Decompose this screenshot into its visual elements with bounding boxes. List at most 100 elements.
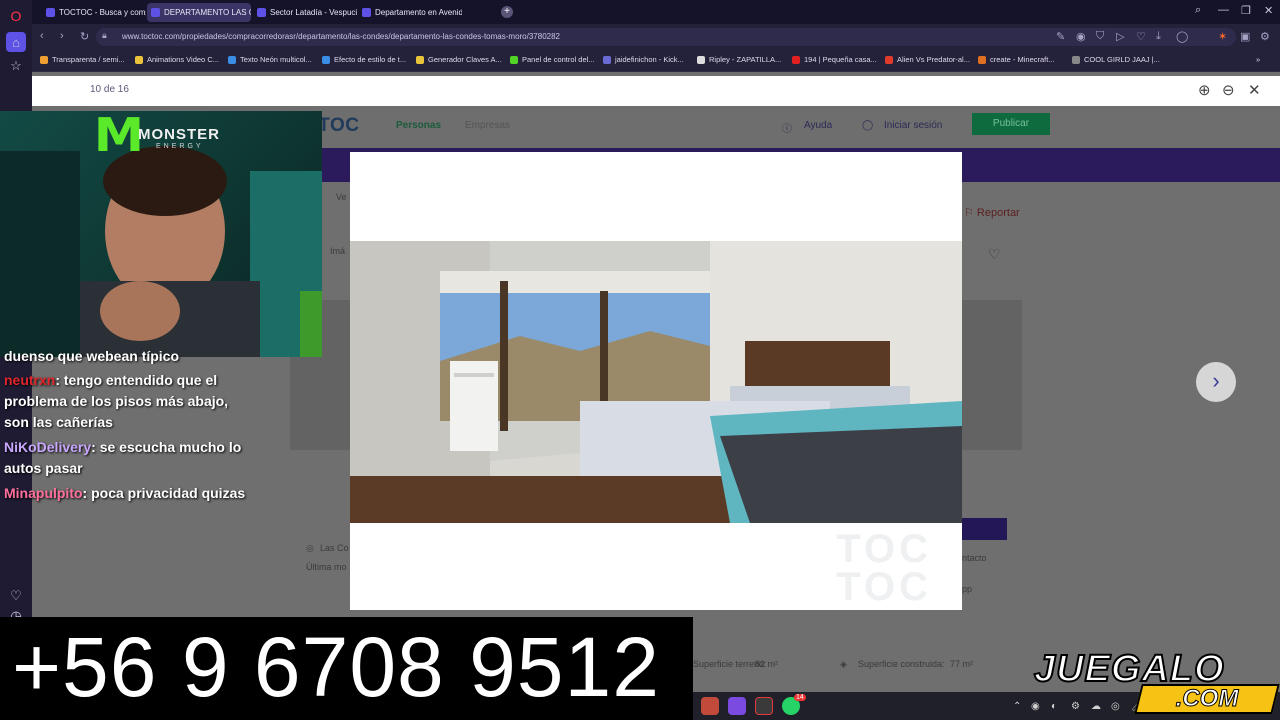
bookmark-favicon-icon (1072, 55, 1080, 64)
breadcrumb[interactable]: Ve (336, 192, 347, 202)
reload-icon[interactable]: ↻ (80, 30, 89, 43)
bookmark-item[interactable]: Texto Neón multicol... (228, 55, 312, 64)
monster-claw-icon: M (93, 108, 145, 162)
url-text: www.toctoc.com/propiedades/compracorredo… (122, 32, 560, 41)
bookmark-favicon-icon (510, 55, 518, 64)
opera-icon[interactable]: O (6, 6, 26, 26)
bookmark-favicon-icon (885, 55, 893, 64)
download-icon[interactable]: ⤓ (1156, 30, 1161, 43)
publish-button[interactable]: Publicar (972, 113, 1050, 135)
bookmark-item[interactable]: Efecto de estilo de t... (322, 55, 406, 64)
help-icon[interactable]: ⓘ (782, 120, 792, 135)
profile-icon[interactable]: ◯ (1176, 30, 1188, 43)
extension-icon[interactable]: ✶ (1218, 30, 1227, 43)
contact-button-edge[interactable] (962, 518, 1007, 540)
new-tab-button[interactable]: + (501, 6, 513, 18)
nav-empresas[interactable]: Empresas (465, 120, 510, 131)
search-tabs-icon[interactable]: ⌕ (1195, 4, 1201, 17)
report-link[interactable]: ⚐ Reportar (964, 206, 1020, 219)
bookmark-item[interactable]: jaidefinichon - Kick... (603, 55, 684, 64)
close-icon[interactable]: ✕ (1248, 81, 1261, 99)
tab-bar: TOCTOC - Busca y compr DEPARTAMENTO LAS … (32, 0, 1280, 24)
bookmark-favicon-icon (135, 55, 143, 64)
bookmark-item[interactable]: create - Minecraft... (978, 55, 1055, 64)
window-close-icon[interactable]: ✕ (1264, 4, 1273, 17)
lock-icon: 🔒︎ (102, 30, 107, 40)
play-icon[interactable]: ▷ (1116, 30, 1124, 43)
bookmark-heart-icon[interactable]: ♡ (1136, 30, 1146, 43)
bookmarks-bar: Transparenta / semi... Animations Video … (32, 50, 1280, 72)
nav-personas[interactable]: Personas (396, 120, 441, 131)
bookmark-item[interactable]: COOL GIRLD JAAJ |... (1072, 55, 1160, 64)
bookmark-favicon-icon (697, 55, 705, 64)
bookmark-favicon-icon (792, 55, 800, 64)
help-link[interactable]: Ayuda (804, 120, 832, 131)
extensions-icon[interactable]: ▣ (1240, 30, 1250, 43)
camera-icon[interactable]: ◉ (1076, 30, 1086, 43)
image-counter: 10 de 16 (90, 84, 129, 95)
shield-icon[interactable]: ⛉ (1096, 30, 1104, 43)
next-image-button[interactable]: › (1196, 362, 1236, 402)
images-label: Imá (330, 246, 346, 256)
star-icon[interactable]: ☆ (6, 56, 26, 76)
edit-icon[interactable]: ✎ (1056, 30, 1065, 43)
app-label[interactable]: pp (962, 584, 972, 594)
bookmark-favicon-icon (603, 55, 611, 64)
chat-message: duenso que webean típico (4, 348, 180, 364)
tab-departamento[interactable]: DEPARTAMENTO LAS CO (147, 3, 251, 22)
tab-label: DEPARTAMENTO LAS CO (164, 8, 251, 17)
toctoc-watermark: TOC TOC (836, 527, 932, 609)
home-icon[interactable]: ⌂ (6, 32, 26, 52)
built-area-value: 77 m² (950, 659, 974, 669)
sponsor-logo: M MONSTER ENERGY (93, 108, 220, 162)
forward-icon[interactable]: › (60, 30, 64, 42)
bookmark-item[interactable]: Generador Claves A... (416, 55, 502, 64)
bookmark-item[interactable]: 194 | Pequeña casa... (792, 55, 877, 64)
notification-badge: 14 (794, 694, 806, 701)
chat-message: neutrxn: tengo entendido que el problema… (4, 372, 229, 430)
minimize-icon[interactable]: — (1218, 4, 1229, 16)
toctoc-favicon-icon (46, 8, 55, 17)
toctoc-favicon-icon (151, 8, 160, 17)
tab-label: TOCTOC - Busca y compr (59, 8, 146, 17)
thumbnail-right[interactable] (962, 300, 1022, 450)
app-icon[interactable] (701, 697, 719, 715)
toctoc-favicon-icon (362, 8, 371, 17)
contact-label[interactable]: ntacto (962, 553, 987, 563)
bookmark-item[interactable]: Animations Video C... (135, 55, 219, 64)
bookmark-item[interactable]: Alien Vs Predator-al... (885, 55, 970, 64)
chevron-right-icon: › (1212, 368, 1220, 393)
image-viewer-toolbar: 10 de 16 ⊕ ⊖ ✕ (32, 76, 1280, 106)
settings-icon[interactable]: ⚙ (1260, 30, 1270, 43)
property-photo (350, 241, 962, 523)
back-icon[interactable]: ‹ (40, 30, 44, 42)
restore-icon[interactable]: ❐ (1241, 4, 1251, 17)
bookmark-favicon-icon (978, 55, 986, 64)
toctoc-favicon-icon (257, 8, 266, 17)
favorite-heart-icon[interactable]: ♡ (988, 246, 1001, 263)
built-area-label: Superficie construida: (858, 659, 945, 669)
bookmark-item[interactable]: Panel de control del... (510, 55, 595, 64)
chat-username: neutrxn (4, 372, 56, 388)
chat-username: Minapulpito (4, 485, 83, 501)
tray-chevron-icon[interactable]: ⌃ (1013, 701, 1021, 712)
bookmarks-overflow-icon[interactable]: » (1256, 55, 1260, 64)
chat-message: NiKoDelivery: se escucha mucho lo autos … (4, 439, 242, 476)
tab-departamento-avenida[interactable]: Departamento en Avenid (358, 3, 462, 22)
tab-sector[interactable]: Sector Latadía - Vespucio (253, 3, 357, 22)
bookmark-item[interactable]: Ripley - ZAPATILLA... (697, 55, 781, 64)
login-link[interactable]: Iniciar sesión (884, 120, 942, 131)
tab-label: Departamento en Avenid (375, 8, 462, 17)
tab-toctoc[interactable]: TOCTOC - Busca y compr (42, 3, 146, 22)
user-icon[interactable]: ◯ (862, 120, 873, 131)
zoom-out-icon[interactable]: ⊖ (1222, 81, 1235, 99)
heart-icon[interactable]: ♡ (6, 586, 26, 606)
address-bar-row: ‹ › ↻ 🔒︎ www.toctoc.com/propiedades/comp… (32, 24, 1280, 50)
app-icon[interactable] (755, 697, 773, 715)
bookmark-item[interactable]: Transparenta / semi... (40, 55, 125, 64)
tab-label: Sector Latadía - Vespucio (270, 8, 357, 17)
land-area-value: 82 m² (755, 659, 779, 669)
bookmark-favicon-icon (416, 55, 424, 64)
zoom-in-icon[interactable]: ⊕ (1198, 81, 1211, 99)
app-icon[interactable] (728, 697, 746, 715)
